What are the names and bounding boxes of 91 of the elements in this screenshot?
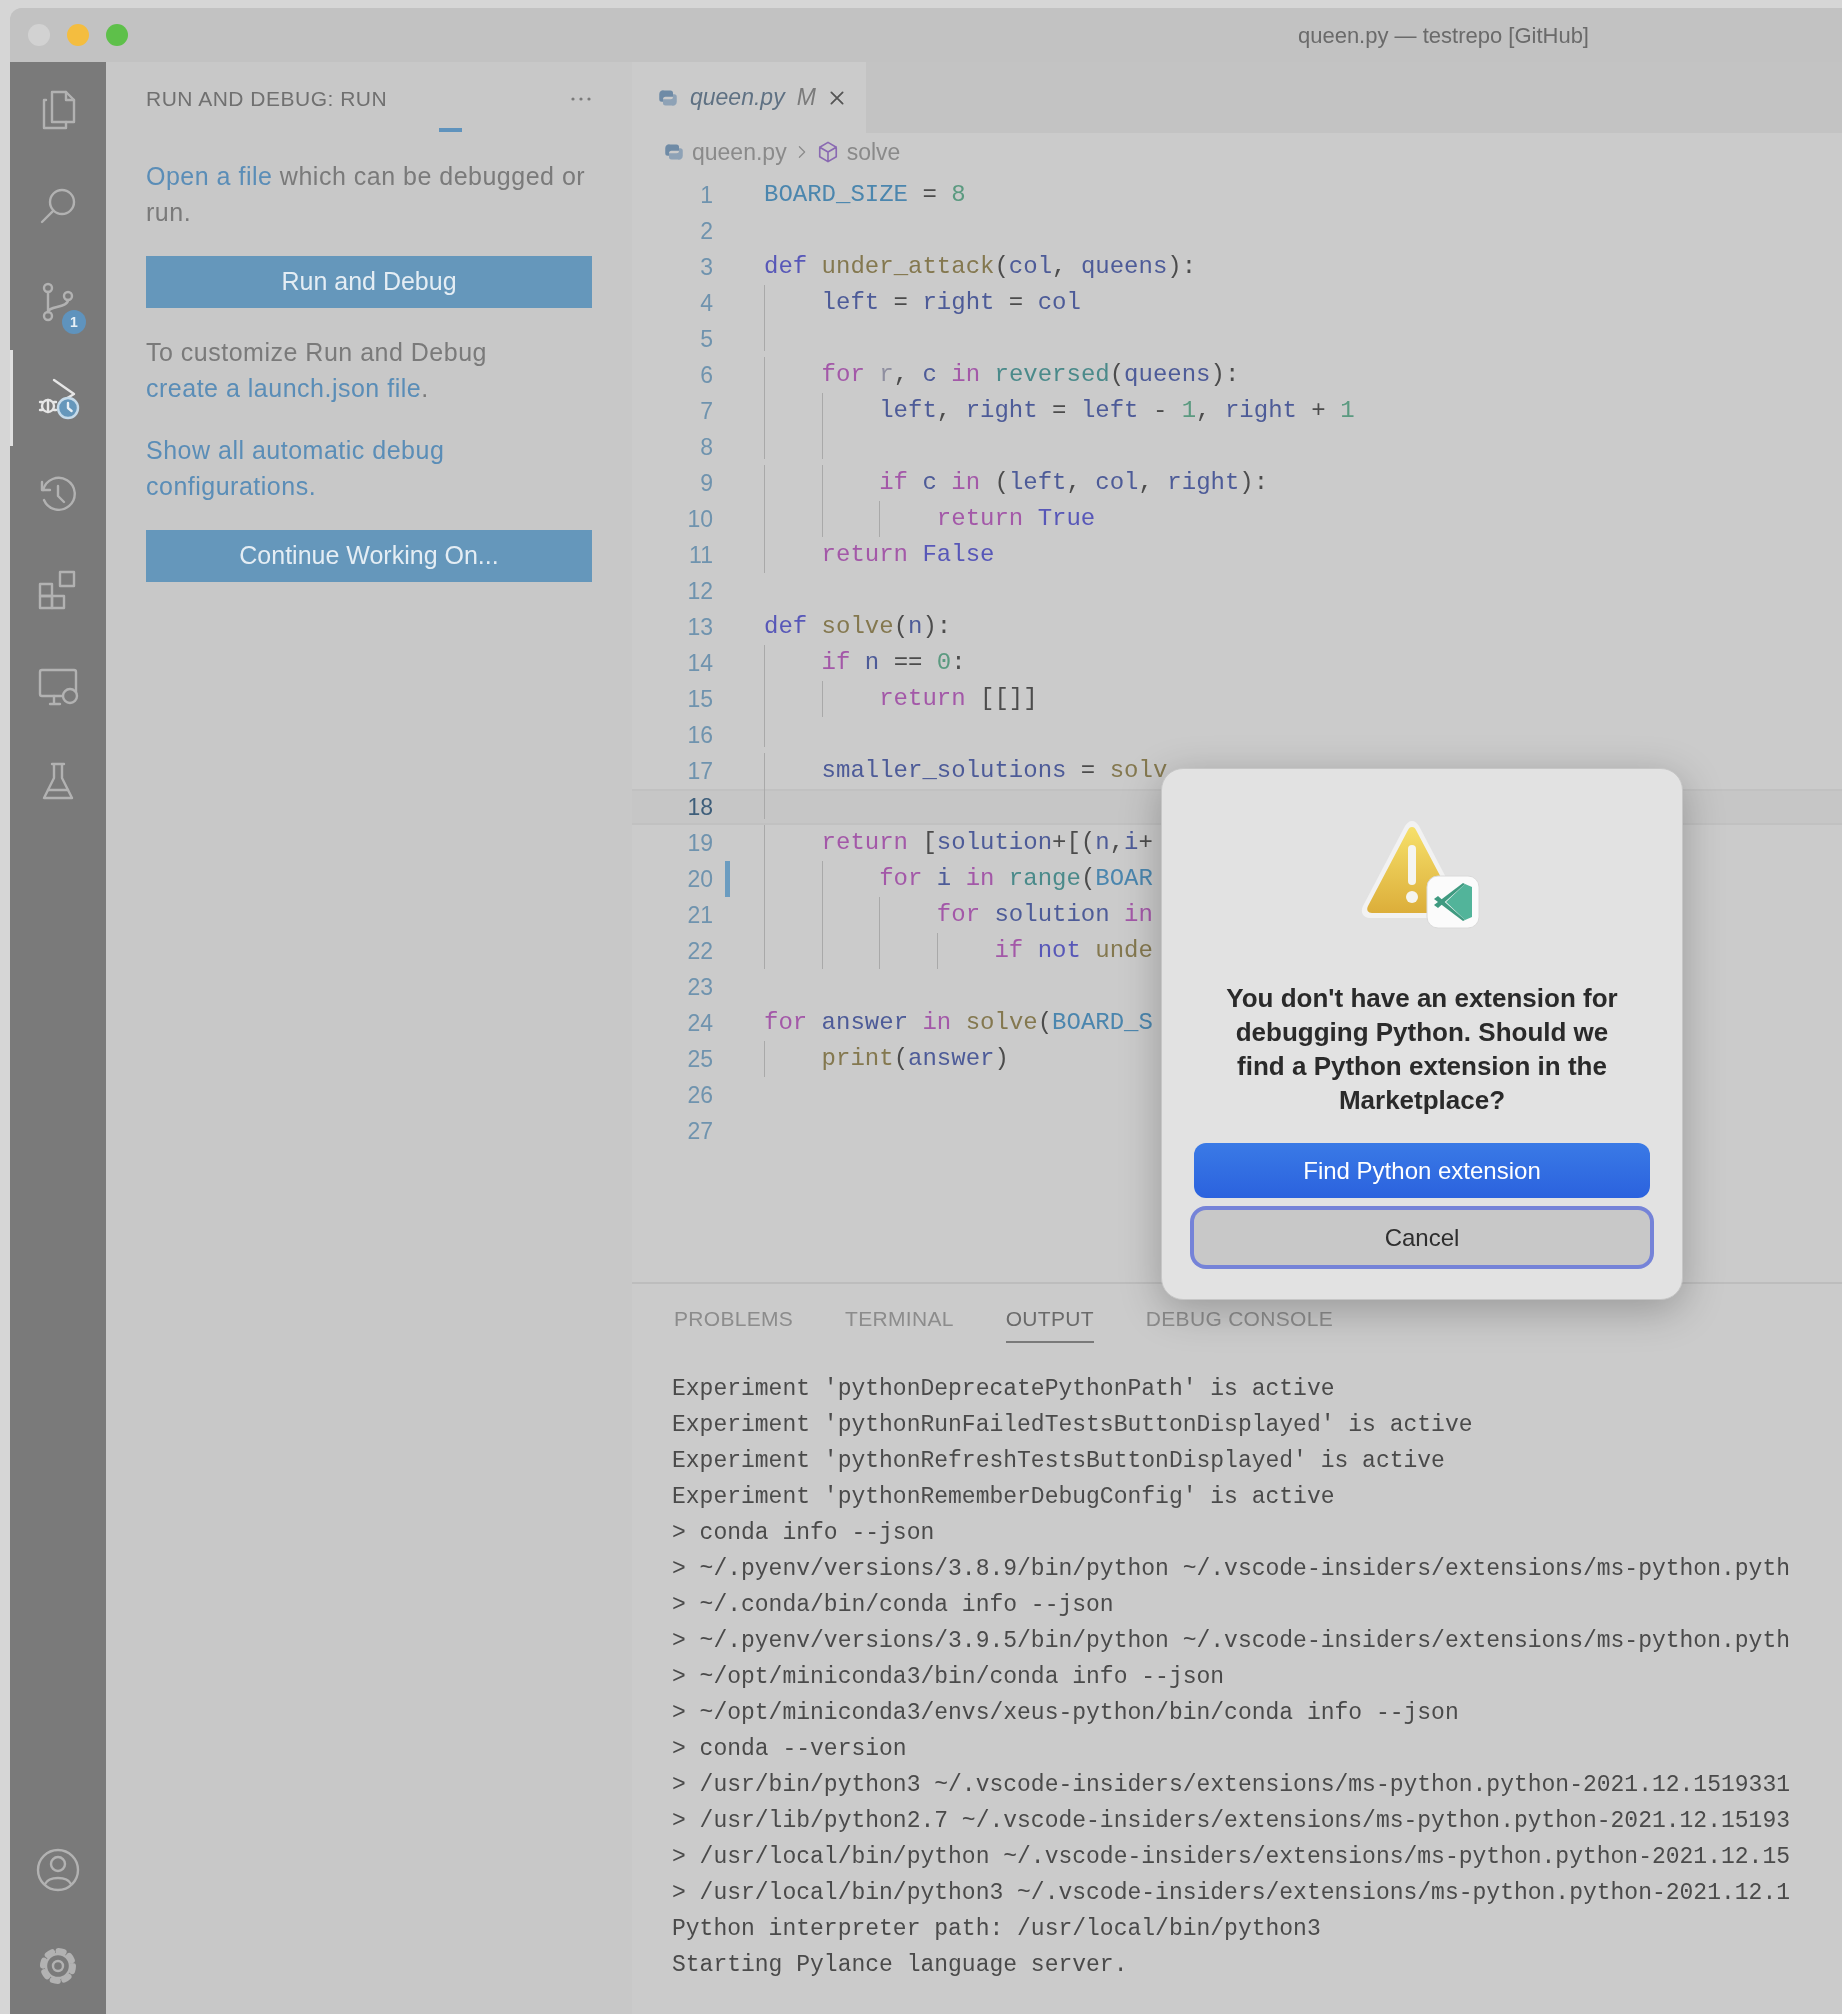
code-line: left = right = col: [764, 285, 1081, 321]
output-line: > ~/opt/miniconda3/bin/conda info --json: [672, 1663, 1226, 1692]
code-line: def solve(n):: [764, 612, 952, 642]
action-button[interactable]: Continue Working On...: [146, 530, 592, 582]
line-number: 14: [686, 648, 713, 678]
python-file-icon: [664, 142, 684, 162]
line-number: 24: [686, 1008, 713, 1038]
code-line: return [solution+[(n,i+: [764, 825, 1153, 861]
count-badge: 1: [62, 310, 86, 334]
output-line: > conda info --json: [672, 1519, 936, 1548]
instruction-text: Open a file which can be debugged or run.: [146, 161, 587, 228]
dialog-message: You don't have an extension for debugging Python. Should we find a Python extension in the Marketplace?: [1225, 982, 1619, 1117]
line-number: 11: [688, 540, 713, 570]
output-line: > /usr/lib/python2.7 ~/.vscode-insiders/extensions/ms-python.python-2021.12.15193: [672, 1807, 1791, 1836]
output-line: > /usr/local/bin/python ~/.vscode-insiders/extensions/ms-python.python-2021.12.15: [672, 1843, 1791, 1872]
output-line: Experiment 'pythonRememberDebugConfig' is active: [672, 1483, 1336, 1512]
output-line: > /usr/local/bin/python3 ~/.vscode-insiders/extensions/ms-python.python-2021.12.1: [672, 1879, 1791, 1908]
output-line: Starting Pylance language server.: [672, 1951, 1129, 1980]
more-icon[interactable]: [570, 96, 592, 102]
output-line: Python interpreter path: /usr/local/bin/python3: [672, 1915, 1322, 1944]
output-line: > ~/.pyenv/versions/3.8.9/bin/python ~/.vscode-insiders/extensions/ms-python.pyth: [672, 1555, 1791, 1584]
primary-button[interactable]: Find Python extension: [1194, 1143, 1650, 1198]
modified-indicator: M: [796, 83, 816, 113]
output-line: > ~/.pyenv/versions/3.9.5/bin/python ~/.vscode-insiders/extensions/ms-python.pyth: [672, 1627, 1791, 1656]
account-icon[interactable]: [34, 1846, 82, 1894]
editor-tab[interactable]: queen.py M: [632, 62, 866, 133]
panel-tab[interactable]: OUTPUT: [1005, 1295, 1094, 1343]
app-icon: [1426, 875, 1480, 929]
line-number: 23: [686, 972, 713, 1002]
line-number: 26: [686, 1080, 713, 1110]
output-line: > ~/opt/miniconda3/envs/xeus-python/bin/conda info --json: [672, 1699, 1460, 1728]
code-line: for r, c in reversed(queens):: [764, 357, 1240, 393]
output-line: > /usr/bin/python3 ~/.vscode-insiders/extensions/ms-python.python-2021.12.1519331: [672, 1771, 1791, 1800]
code-line: return False: [764, 537, 995, 573]
line-number: 18: [686, 792, 713, 822]
zoom-window-button[interactable]: [106, 24, 128, 46]
line-number: 21: [686, 900, 713, 930]
code-line: for i in range(BOAR: [764, 861, 1153, 897]
line-number: 10: [686, 504, 713, 534]
line-number: 5: [699, 324, 713, 354]
line-number: 6: [699, 360, 713, 390]
line-number: 17: [686, 756, 713, 786]
line-number: 16: [686, 720, 713, 750]
code-line: BOARD_SIZE = 8: [764, 180, 966, 210]
line-number: 13: [686, 612, 713, 642]
output-line: > conda --version: [672, 1735, 908, 1764]
line-number: 22: [686, 936, 713, 966]
action-button[interactable]: Run and Debug: [146, 256, 592, 308]
code-line: if n == 0:: [764, 645, 966, 681]
link[interactable]: Open a file: [146, 162, 273, 190]
code-line: if not unde: [764, 933, 1153, 969]
line-number: 4: [699, 288, 713, 318]
panel-tab[interactable]: TERMINAL: [845, 1295, 954, 1343]
cube-icon: [816, 141, 839, 163]
line-number: 27: [686, 1116, 713, 1146]
instruction-text: To customize Run and Debug create a launch.json file.: [146, 337, 488, 404]
line-number: 8: [699, 432, 713, 462]
minimize-window-button[interactable]: [67, 24, 89, 46]
link[interactable]: create a launch.json file: [146, 374, 422, 402]
panel-tab[interactable]: DEBUG CONSOLE: [1145, 1295, 1333, 1343]
sidebar-title: RUN AND DEBUG: RUN: [146, 86, 388, 113]
line-number: 15: [686, 684, 713, 714]
output-line: Experiment 'pythonRefreshTestsButtonDisplayed' is active: [672, 1447, 1446, 1476]
output-line: Experiment 'pythonDeprecatePythonPath' is active: [672, 1375, 1336, 1404]
line-number: 9: [699, 468, 713, 498]
output-line: > ~/.conda/bin/conda info --json: [672, 1591, 1115, 1620]
code-line: return True: [764, 501, 1096, 537]
link[interactable]: Show all automatic debug configurations.: [146, 432, 592, 504]
line-number: 25: [686, 1044, 713, 1074]
close-icon[interactable]: [827, 88, 846, 107]
code-line: for answer in solve(BOARD_S: [764, 1008, 1153, 1038]
window-title: queen.py — testrepo [GitHub]: [1297, 21, 1589, 50]
breadcrumb-item[interactable]: solve: [846, 134, 901, 170]
line-number: 7: [699, 396, 713, 426]
output-line: Experiment 'pythonRunFailedTestsButtonDisplayed' is active: [672, 1411, 1474, 1440]
code-line: def under_attack(col, queens):: [764, 252, 1197, 282]
panel-tab[interactable]: PROBLEMS: [674, 1295, 794, 1343]
change-marker: [725, 861, 730, 897]
code-line: if c in (left, col, right):: [764, 465, 1269, 501]
code-line: for solution in: [764, 897, 1153, 933]
python-file-icon: [658, 87, 678, 108]
breadcrumb-item[interactable]: queen.py: [692, 134, 787, 170]
line-number: 20: [686, 864, 713, 894]
code-line: left, right = left - 1, right + 1: [764, 393, 1355, 429]
code-line: return [[]]: [764, 681, 1038, 717]
line-number: 2: [699, 216, 713, 246]
line-number: 1: [699, 180, 713, 210]
line-number: 3: [699, 252, 713, 282]
line-number: 19: [686, 828, 713, 858]
code-line: print(answer): [764, 1041, 1009, 1077]
line-number: 12: [686, 576, 713, 606]
